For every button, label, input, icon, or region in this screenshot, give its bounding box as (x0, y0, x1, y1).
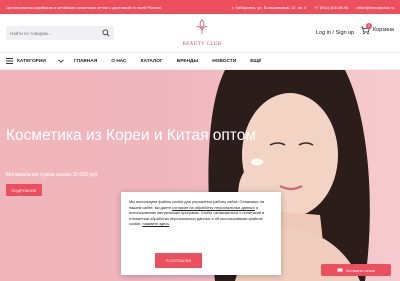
nav-item-news[interactable]: НОВОСТИ (212, 59, 236, 64)
address-text: г. Хабаровск, ул. Большевиков, 12, кв. 4 (232, 4, 307, 10)
chat-icon (337, 268, 343, 272)
hero-more-button[interactable]: ПОДРОБНЕЕ (6, 184, 42, 196)
main-nav: КАТЕГОРИИ ГЛАВНАЯ О НАС КАТАЛОГ БРЕНДЫ Н… (0, 52, 400, 70)
personal-data-consent-link[interactable]: согласие на обработку персональных данны… (172, 205, 255, 210)
chevron-down-icon (57, 59, 64, 63)
nav-item-more[interactable]: ЕЩЁ (250, 59, 261, 64)
top-info-bar: Оригинальная корейская и китайская косме… (0, 0, 400, 14)
logo[interactable]: BEAUTY CLUB (180, 18, 224, 48)
leave-review-label: Оставить отзыв (345, 267, 376, 273)
cookie-policy-link[interactable]: нажмите здесь (142, 221, 169, 226)
categories-label: КАТЕГОРИИ (17, 58, 46, 64)
search-icon[interactable] (102, 29, 110, 37)
hero-title: Косметика из Кореи и Китая оптом (6, 127, 257, 144)
phone-link[interactable]: +7 (914) 409-89-98 (314, 5, 348, 10)
hamburger-icon (6, 58, 13, 64)
cart-label: Корзина (373, 27, 394, 33)
hero-subtitle: Минимальная сумма заказа 10 000 руб. (6, 172, 99, 178)
site-header: BEAUTY CLUB Log in / Sign up 0 Корзина (0, 14, 400, 52)
nav-item-brands[interactable]: БРЕНДЫ (177, 59, 198, 64)
leave-review-button[interactable]: Оставить отзыв (321, 264, 391, 276)
nav-item-about[interactable]: О НАС (111, 59, 126, 64)
contacts: г. Хабаровск, ул. Большевиков, 12, кв. 4… (232, 5, 394, 10)
logo-text: BEAUTY CLUB (182, 42, 222, 47)
cart-button[interactable]: 0 Корзина (360, 23, 394, 35)
email-link[interactable]: office@beautyclub.ru (356, 5, 394, 10)
tagline: Оригинальная корейская и китайская косме… (6, 4, 161, 10)
cookie-text: Мы используем файлы cookie для улучшения… (129, 199, 273, 227)
logo-emblem-icon (196, 19, 208, 35)
cookie-consent-dialog: Мы используем файлы cookie для улучшения… (121, 192, 281, 275)
nav-item-home[interactable]: ГЛАВНАЯ (74, 59, 97, 64)
search-box (6, 26, 114, 40)
cookie-text-part-3: . (169, 221, 171, 227)
nav-item-catalog[interactable]: КАТАЛОГ (141, 59, 163, 64)
login-signup-link[interactable]: Log in / Sign up (316, 30, 354, 36)
categories-menu[interactable]: КАТЕГОРИИ (0, 58, 74, 64)
cart-count-badge: 0 (366, 23, 372, 29)
cookie-agree-button[interactable]: Я СОГЛАСЕН (155, 253, 202, 268)
search-input[interactable] (10, 30, 100, 36)
